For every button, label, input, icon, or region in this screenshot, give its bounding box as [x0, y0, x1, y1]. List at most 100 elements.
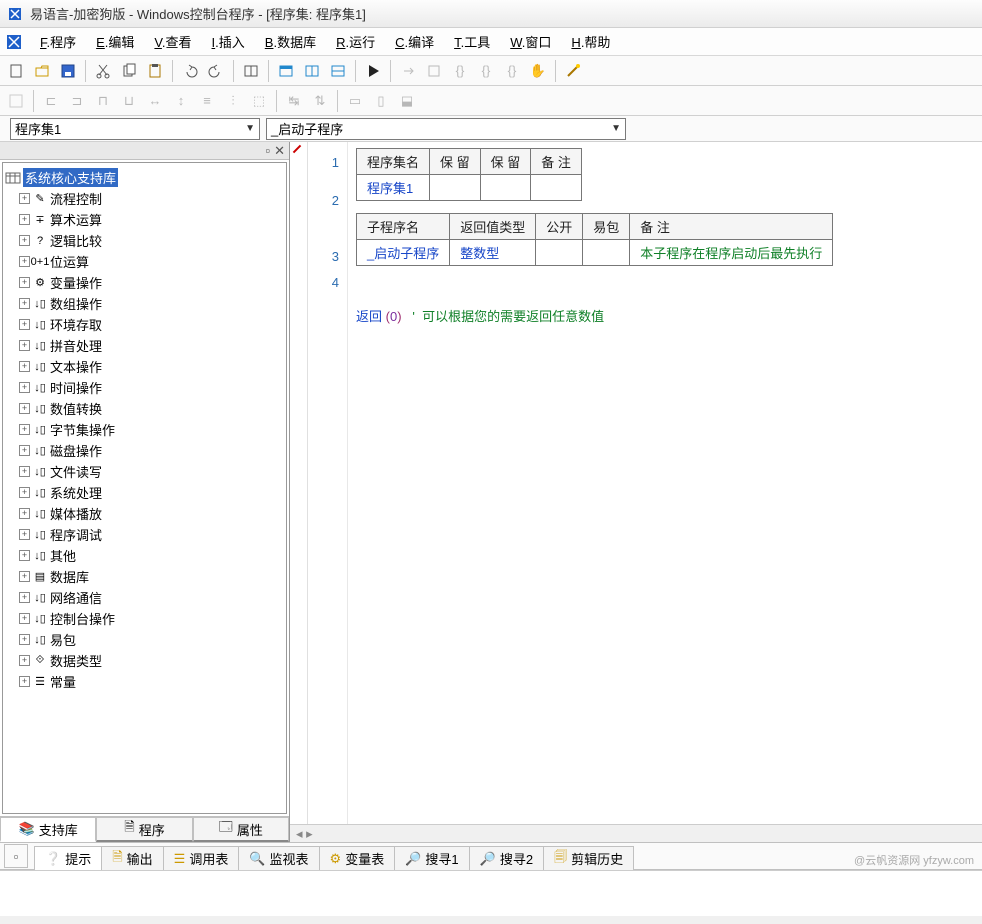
expand-icon[interactable]: +	[19, 655, 30, 666]
align-btn13[interactable]: ▯	[369, 89, 393, 113]
bottom-tab[interactable]: 🔎搜寻2	[469, 846, 544, 870]
tree-node[interactable]: +✎流程控制	[5, 188, 284, 209]
cut-button[interactable]	[91, 59, 115, 83]
align-top-button[interactable]: ⊐	[65, 89, 89, 113]
tree-node[interactable]: +↓▯拼音处理	[5, 335, 284, 356]
tree-node[interactable]: +↓▯文件读写	[5, 461, 284, 482]
programset-dropdown[interactable]: 程序集1 ▼	[10, 118, 260, 140]
expand-icon[interactable]: +	[19, 340, 30, 351]
menu-T[interactable]: T.工具	[444, 28, 500, 55]
expand-icon[interactable]: +	[19, 214, 30, 225]
expand-icon[interactable]: +	[19, 508, 30, 519]
editor-scrollbar[interactable]: ◂ ▸	[290, 824, 982, 842]
tree-node[interactable]: +↓▯字节集操作	[5, 419, 284, 440]
align-btn9[interactable]: ⬚	[247, 89, 271, 113]
bottom-tab[interactable]: 🔎搜寻1	[394, 846, 469, 870]
bottom-tab[interactable]: 🗎输出	[101, 846, 163, 870]
expand-icon[interactable]: +	[19, 550, 30, 561]
tree-node[interactable]: +⚙变量操作	[5, 272, 284, 293]
cell[interactable]	[531, 175, 582, 201]
code-area[interactable]: 程序集名 保 留 保 留 备 注 程序集1 子程序名 返回值类型 公开 易	[348, 142, 982, 842]
app-menu-icon[interactable]	[4, 32, 24, 52]
step2-button[interactable]	[422, 59, 446, 83]
cell[interactable]: _启动子程序	[357, 240, 450, 266]
tree-node[interactable]: +⟐数据类型	[5, 650, 284, 671]
expand-icon[interactable]: +	[19, 361, 30, 372]
copy-button[interactable]	[117, 59, 141, 83]
tree-node[interactable]: +↓▯易包	[5, 629, 284, 650]
align-btn14[interactable]: ⬓	[395, 89, 419, 113]
cell[interactable]: 本子程序在程序启动后最先执行	[630, 240, 833, 266]
cell[interactable]: 程序集1	[357, 175, 430, 201]
paste-button[interactable]	[143, 59, 167, 83]
align-btn5[interactable]: ↔	[143, 89, 167, 113]
step4-button[interactable]: {}	[474, 59, 498, 83]
expand-icon[interactable]: +	[19, 256, 30, 267]
knowledge-button[interactable]	[239, 59, 263, 83]
align-btn6[interactable]: ↕	[169, 89, 193, 113]
step3-button[interactable]: {}	[448, 59, 472, 83]
expand-icon[interactable]: +	[19, 466, 30, 477]
bottom-tab[interactable]: 🔍监视表	[238, 846, 319, 870]
expand-icon[interactable]: +	[19, 571, 30, 582]
cell[interactable]: 整数型	[450, 240, 536, 266]
menu-C[interactable]: C.编译	[385, 28, 444, 55]
expand-icon[interactable]: +	[19, 298, 30, 309]
code-line[interactable]: 返回 (0) ' 可以根据您的需要返回任意数值	[356, 304, 974, 330]
menu-I[interactable]: I.插入	[202, 28, 255, 55]
tree-node[interactable]: +▤数据库	[5, 566, 284, 587]
align-btn8[interactable]: ⫶	[221, 89, 245, 113]
align-btn3[interactable]: ⊓	[91, 89, 115, 113]
tree-node[interactable]: +↓▯网络通信	[5, 587, 284, 608]
menu-V[interactable]: V.查看	[144, 28, 201, 55]
tree-root[interactable]: 系统核心支持库	[5, 167, 284, 188]
menu-H[interactable]: H.帮助	[561, 28, 620, 55]
expand-icon[interactable]: +	[19, 193, 30, 204]
menu-B[interactable]: B.数据库	[255, 28, 326, 55]
new-button[interactable]	[4, 59, 28, 83]
subroutine-dropdown[interactable]: _启动子程序 ▼	[266, 118, 626, 140]
expand-icon[interactable]: +	[19, 445, 30, 456]
bottom-tab[interactable]: ⚙变量表	[319, 846, 396, 870]
menu-F[interactable]: F.程序	[30, 28, 86, 55]
tree-node[interactable]: +↓▯数组操作	[5, 293, 284, 314]
undo-button[interactable]	[178, 59, 202, 83]
tree-node[interactable]: +↓▯系统处理	[5, 482, 284, 503]
expand-icon[interactable]: +	[19, 277, 30, 288]
expand-icon[interactable]: +	[19, 634, 30, 645]
expand-icon[interactable]: +	[19, 382, 30, 393]
save-button[interactable]	[56, 59, 80, 83]
cell[interactable]	[536, 240, 583, 266]
wizard-button[interactable]	[561, 59, 585, 83]
run-button[interactable]	[361, 59, 385, 83]
align-btn11[interactable]: ⇅	[308, 89, 332, 113]
step1-button[interactable]	[396, 59, 420, 83]
expand-icon[interactable]: +	[19, 235, 30, 246]
expand-icon[interactable]: +	[19, 319, 30, 330]
close-panel-icon[interactable]: ✕	[274, 143, 285, 159]
window2-button[interactable]	[300, 59, 324, 83]
empty-line[interactable]	[356, 278, 974, 304]
tab-support-lib[interactable]: 📚 支持库	[0, 817, 96, 842]
hand-button[interactable]: ✋	[526, 59, 550, 83]
bottom-tab[interactable]: ☰调用表	[163, 846, 240, 870]
redo-button[interactable]	[204, 59, 228, 83]
tab-program[interactable]: 🗎 程序	[96, 817, 192, 842]
tree-node[interactable]: +↓▯数值转换	[5, 398, 284, 419]
tree-node[interactable]: +↓▯环境存取	[5, 314, 284, 335]
expand-icon[interactable]: +	[19, 613, 30, 624]
align-btn4[interactable]: ⊔	[117, 89, 141, 113]
align-left-button[interactable]: ⊏	[39, 89, 63, 113]
window3-button[interactable]	[326, 59, 350, 83]
dock-icon[interactable]: ▫	[265, 143, 270, 158]
tree-node[interactable]: +0+1位运算	[5, 251, 284, 272]
tree-node[interactable]: +☰常量	[5, 671, 284, 692]
breakpoint-strip[interactable]	[290, 142, 308, 842]
tree-node[interactable]: +↓▯时间操作	[5, 377, 284, 398]
tree-node[interactable]: +↓▯其他	[5, 545, 284, 566]
expand-icon[interactable]: +	[19, 676, 30, 687]
align-btn10[interactable]: ↹	[282, 89, 306, 113]
expand-icon[interactable]: +	[19, 424, 30, 435]
collapse-button[interactable]: ▫	[4, 844, 28, 868]
window1-button[interactable]	[274, 59, 298, 83]
